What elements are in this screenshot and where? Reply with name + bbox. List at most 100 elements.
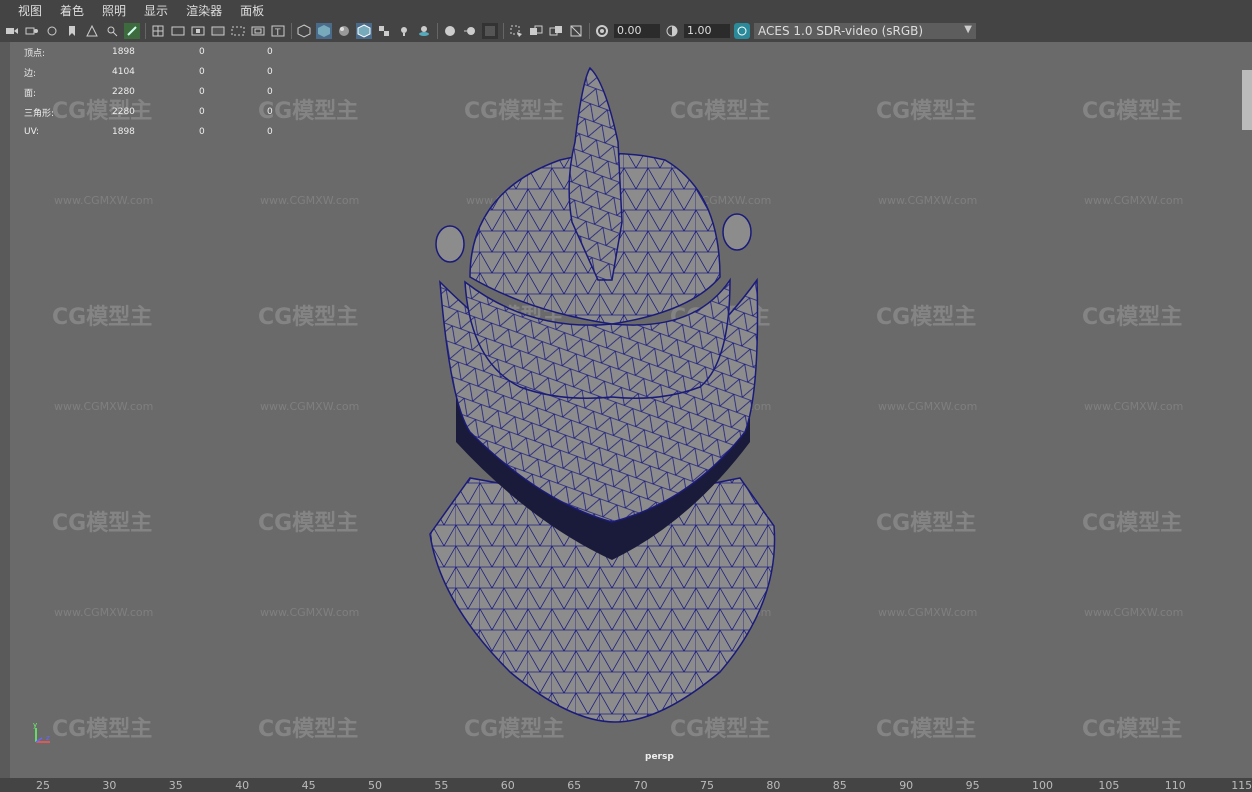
hud-value: 0 [267,67,273,77]
ruler-tick-label: 40 [235,779,250,792]
hud-value: 2280 [112,107,135,117]
hud-row-edges: 边: 4104 0 0 [24,62,307,82]
ruler-tick-label: 115 [1231,779,1252,792]
field-chart-icon[interactable] [230,23,246,39]
viewport-toolbar: T 0.00 1.00 ACES 1.0 SDR-video (sRGB) ▼ [0,20,1252,42]
hud-value: 0 [199,67,205,77]
ruler-tick-label: 85 [832,779,847,792]
ruler-tick-label: 30 [102,779,117,792]
ruler-tick-label: 50 [368,779,382,792]
hud-value: 0 [267,47,273,57]
hud-label: UV: [24,127,40,137]
axis-gizmo-icon: y z [33,721,50,743]
ruler-tick-label: 105 [1098,779,1120,792]
hud-value: 0 [199,127,205,137]
menu-renderer[interactable]: 渲染器 [186,2,222,19]
smooth-shade-icon[interactable] [316,23,332,39]
ruler-tick-label: 110 [1164,779,1186,792]
toolbar-divider [503,23,504,39]
film-gate-icon[interactable] [170,23,186,39]
bookmark-icon[interactable] [64,23,80,39]
menu-shading[interactable]: 着色 [60,2,84,19]
shadows-icon[interactable] [416,23,432,39]
hud-label: 顶点: [24,48,46,59]
hud-value: 4104 [112,67,135,77]
hud-row-triangles: 三角形: 2280 0 0 [24,102,307,122]
gate-mask-icon[interactable] [210,23,226,39]
ruler-tick-label: 65 [567,779,582,792]
use-all-lights-icon[interactable] [396,23,412,39]
resolution-gate-icon[interactable] [190,23,206,39]
viewport-left-edge [0,42,10,778]
ruler-tick-label: 25 [36,779,50,792]
xray-joints-icon[interactable] [548,23,564,39]
color-management-icon[interactable] [734,23,750,39]
hud-label: 三角形: [24,108,55,119]
poly-count-hud: 顶点: 1898 0 0 边: 4104 0 0 面: 2280 0 0 三角形… [24,42,307,142]
safe-action-icon[interactable] [250,23,266,39]
right-visor-pivot [722,213,752,251]
ruler-tick-label: 55 [434,779,449,792]
ruler-tick-label: 90 [899,779,914,792]
ruler-tick-label: 70 [633,779,648,792]
exposure-icon[interactable] [594,23,610,39]
gamma-icon[interactable] [664,23,680,39]
xray-icon[interactable] [528,23,544,39]
anti-aliasing-icon[interactable] [482,23,498,39]
camera-icon[interactable] [4,23,20,39]
hud-row-uvs: UV: 1898 0 0 [24,122,307,142]
image-plane-icon[interactable] [84,23,100,39]
menu-view[interactable]: 视图 [18,2,42,19]
hud-value: 0 [199,87,205,97]
toolbar-divider [145,23,146,39]
gamma-field[interactable]: 1.00 [684,24,730,38]
view-cube-icon[interactable] [1242,70,1252,130]
3d-viewport[interactable]: CG模型主 CG模型主 CG模型主 CG模型主 CG模型主 CG模型主 CG模型主 CG模型主… [0,42,1252,778]
hud-value: 1898 [112,127,135,137]
default-material-icon[interactable] [336,23,352,39]
ruler-tick-label: 95 [965,779,980,792]
helmet-wireframe-model[interactable] [0,42,1252,778]
hud-value: 0 [199,107,205,117]
motion-blur-icon[interactable] [462,23,478,39]
bookmark-camera-icon[interactable] [44,23,60,39]
menu-panels[interactable]: 面板 [240,2,264,19]
hud-value: 0 [267,127,273,137]
safe-title-icon[interactable]: T [270,23,286,39]
ruler-tick-label: 75 [700,779,714,792]
hud-value: 0 [267,87,273,97]
screen-space-ao-icon[interactable] [442,23,458,39]
view-transform-select[interactable]: ACES 1.0 SDR-video (sRGB) ▼ [754,23,976,39]
ruler-tick-label: 80 [766,779,781,792]
2d-pan-zoom-icon[interactable] [104,23,120,39]
exposure-field[interactable]: 0.00 [614,24,660,38]
toolbar-divider [437,23,438,39]
menu-lighting[interactable]: 照明 [102,2,126,19]
isolate-select-icon[interactable] [508,23,524,39]
ruler-tick-label: 100 [1032,779,1053,792]
ruler-tick-label: 45 [301,779,316,792]
camera-attributes-icon[interactable] [24,23,40,39]
xray-components-icon[interactable] [568,23,584,39]
toolbar-divider [589,23,590,39]
svg-text:T: T [274,28,281,38]
grease-pencil-icon[interactable] [124,23,140,39]
menu-bar: 视图 着色 照明 显示 渲染器 面板 [0,0,1252,20]
hud-value: 2280 [112,87,135,97]
wireframe-on-shaded-icon[interactable] [356,23,372,39]
textured-icon[interactable] [376,23,392,39]
chevron-down-icon: ▼ [964,24,972,35]
toolbar-divider [291,23,292,39]
hud-row-faces: 面: 2280 0 0 [24,82,307,102]
menu-show[interactable]: 显示 [144,2,168,19]
time-slider-ruler[interactable]: 25 30 35 40 45 50 55 60 65 70 75 80 85 90 95 100 105 110 1… [0,778,1252,792]
ruler-tick-label: 60 [500,779,515,792]
grid-icon[interactable] [150,23,166,39]
hud-value: 0 [199,47,205,57]
hud-value: 1898 [112,47,135,57]
hud-label: 边: [24,68,37,79]
hud-row-vertices: 顶点: 1898 0 0 [24,42,307,62]
hud-value: 0 [267,107,273,117]
left-visor-pivot [435,225,465,263]
wireframe-icon[interactable] [296,23,312,39]
